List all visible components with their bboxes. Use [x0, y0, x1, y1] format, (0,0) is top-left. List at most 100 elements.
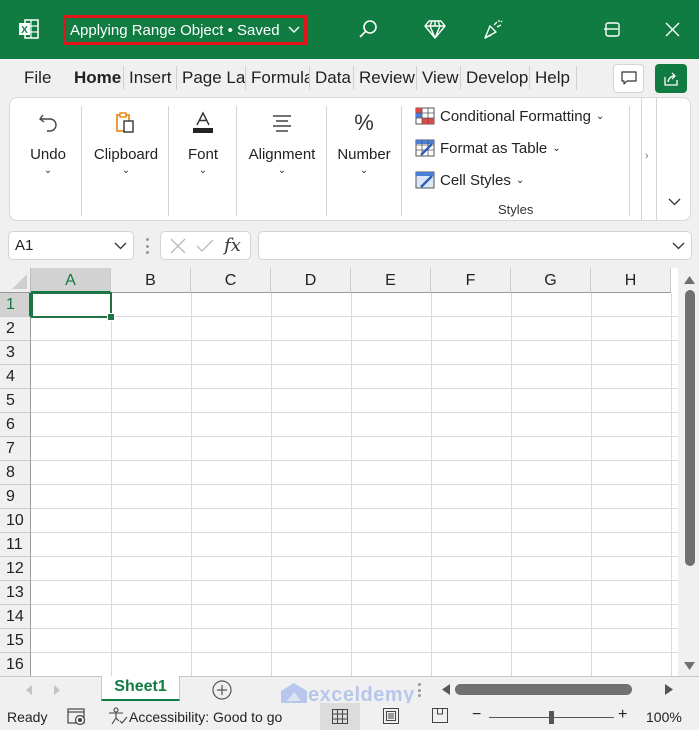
- formula-input[interactable]: [258, 231, 692, 260]
- spreadsheet-grid[interactable]: A B C D E F G H 1 2 3 4 5 6 7 8 9 10 11 12 13 14 15 16: [0, 268, 678, 676]
- page-layout-view-icon[interactable]: [383, 708, 399, 724]
- maximize-icon-wrap[interactable]: [599, 16, 625, 42]
- next-sheet-icon[interactable]: [54, 685, 60, 695]
- column-header-e[interactable]: E: [351, 268, 431, 293]
- scroll-up-icon[interactable]: [684, 276, 695, 284]
- status-bar: Ready Accessibility: Good to go − + 100%: [0, 703, 699, 730]
- enter-check-icon[interactable]: [196, 239, 214, 253]
- row-header-4[interactable]: 4: [0, 365, 31, 389]
- grid-row-line: [31, 412, 678, 413]
- tab-home[interactable]: Home: [69, 66, 124, 90]
- column-header-a[interactable]: A: [31, 268, 111, 293]
- row-header-3[interactable]: 3: [0, 341, 31, 365]
- row-header-11[interactable]: 11: [0, 533, 31, 557]
- conditional-formatting-button[interactable]: Conditional Formatting ⌄: [415, 107, 604, 125]
- cell-styles-label: Cell Styles: [440, 171, 511, 189]
- accessibility-status[interactable]: Accessibility: Good to go: [129, 709, 282, 725]
- normal-view-button[interactable]: [320, 703, 360, 730]
- row-header-6[interactable]: 6: [0, 413, 31, 437]
- vertical-scrollbar[interactable]: [680, 268, 699, 676]
- alignment-group[interactable]: Alignment ⌄: [238, 98, 326, 220]
- column-header-g[interactable]: G: [511, 268, 591, 293]
- vertical-scroll-thumb[interactable]: [685, 290, 695, 566]
- select-all-button[interactable]: [0, 268, 31, 293]
- premium-button[interactable]: [422, 16, 448, 42]
- formula-bar-resize-handle[interactable]: [145, 238, 149, 254]
- scroll-right-icon[interactable]: [665, 684, 673, 695]
- zoom-out-button[interactable]: −: [472, 706, 481, 724]
- row-header-12[interactable]: 12: [0, 557, 31, 581]
- tab-insert[interactable]: Insert: [124, 66, 177, 90]
- undo-group[interactable]: Undo ⌄: [18, 98, 78, 220]
- column-header-h[interactable]: H: [591, 268, 671, 293]
- row-header-16[interactable]: 16: [0, 653, 31, 676]
- comments-button[interactable]: [613, 64, 644, 93]
- accessibility-icon[interactable]: [108, 707, 128, 725]
- font-color-icon: [193, 111, 213, 133]
- tab-file[interactable]: File: [19, 66, 69, 90]
- name-box[interactable]: A1: [8, 231, 134, 260]
- prev-sheet-icon[interactable]: [26, 685, 32, 695]
- cancel-icon[interactable]: [170, 238, 186, 254]
- formula-buttons: fx: [160, 231, 251, 260]
- ribbon-scroll-right-icon[interactable]: ›: [645, 150, 649, 162]
- grid-row-line: [31, 436, 678, 437]
- document-title-button[interactable]: Applying Range Object • Saved: [63, 15, 307, 45]
- grid-row-line: [31, 652, 678, 653]
- chevron-down-icon: ⌄: [515, 174, 525, 186]
- grid-row-line: [31, 340, 678, 341]
- row-header-2[interactable]: 2: [0, 317, 31, 341]
- tab-formulas[interactable]: Formula: [246, 66, 310, 90]
- row-header-9[interactable]: 9: [0, 485, 31, 509]
- tab-help[interactable]: Help: [530, 66, 577, 90]
- zoom-in-button[interactable]: +: [618, 706, 627, 724]
- tab-data[interactable]: Data: [310, 66, 354, 90]
- ribbon-expand-icon[interactable]: [668, 198, 681, 206]
- insert-function-icon[interactable]: fx: [224, 235, 241, 256]
- close-button[interactable]: [659, 16, 685, 42]
- zoom-level[interactable]: 100%: [646, 709, 682, 725]
- cell-styles-button[interactable]: Cell Styles ⌄: [415, 171, 524, 189]
- selected-cell[interactable]: [31, 292, 115, 321]
- share-button[interactable]: [655, 64, 687, 93]
- row-header-13[interactable]: 13: [0, 581, 31, 605]
- cell-styles-icon: [415, 171, 435, 189]
- row-header-15[interactable]: 15: [0, 629, 31, 653]
- tab-split-handle[interactable]: [418, 683, 421, 697]
- row-header-10[interactable]: 10: [0, 509, 31, 533]
- row-header-8[interactable]: 8: [0, 461, 31, 485]
- font-group[interactable]: Font ⌄: [170, 98, 236, 220]
- column-header-d[interactable]: D: [271, 268, 351, 293]
- row-header-7[interactable]: 7: [0, 437, 31, 461]
- search-icon: [359, 20, 377, 38]
- number-group[interactable]: % Number ⌄: [328, 98, 400, 220]
- add-sheet-icon[interactable]: [212, 680, 232, 700]
- whats-new-button[interactable]: [480, 16, 506, 42]
- scroll-left-icon[interactable]: [442, 684, 450, 695]
- scroll-down-icon[interactable]: [684, 662, 695, 670]
- tab-view[interactable]: View: [417, 66, 461, 90]
- horizontal-scroll-thumb[interactable]: [455, 684, 632, 695]
- macro-recording-icon[interactable]: [67, 708, 87, 726]
- share-icon: [664, 72, 678, 86]
- column-header-b[interactable]: B: [111, 268, 191, 293]
- conditional-formatting-icon: [415, 107, 435, 125]
- column-header-f[interactable]: F: [431, 268, 511, 293]
- tab-review[interactable]: Review: [354, 66, 417, 90]
- row-header-14[interactable]: 14: [0, 605, 31, 629]
- tab-page-layout[interactable]: Page La: [177, 66, 246, 90]
- row-header-1[interactable]: 1: [0, 293, 31, 317]
- excel-app-icon[interactable]: X: [18, 18, 40, 40]
- expand-formula-bar-icon[interactable]: [672, 242, 685, 250]
- tab-developer[interactable]: Develop: [461, 66, 530, 90]
- page-break-preview-icon[interactable]: [432, 708, 448, 723]
- search-button[interactable]: [355, 16, 381, 42]
- row-header-5[interactable]: 5: [0, 389, 31, 413]
- clipboard-group[interactable]: Clipboard ⌄: [84, 98, 168, 220]
- format-as-table-button[interactable]: Format as Table ⌄: [415, 139, 561, 157]
- sheet-tab-sheet1[interactable]: Sheet1: [101, 676, 180, 701]
- grid-row-line: [31, 364, 678, 365]
- zoom-slider-thumb[interactable]: [549, 711, 554, 724]
- column-header-c[interactable]: C: [191, 268, 271, 293]
- align-center-icon: [273, 115, 291, 132]
